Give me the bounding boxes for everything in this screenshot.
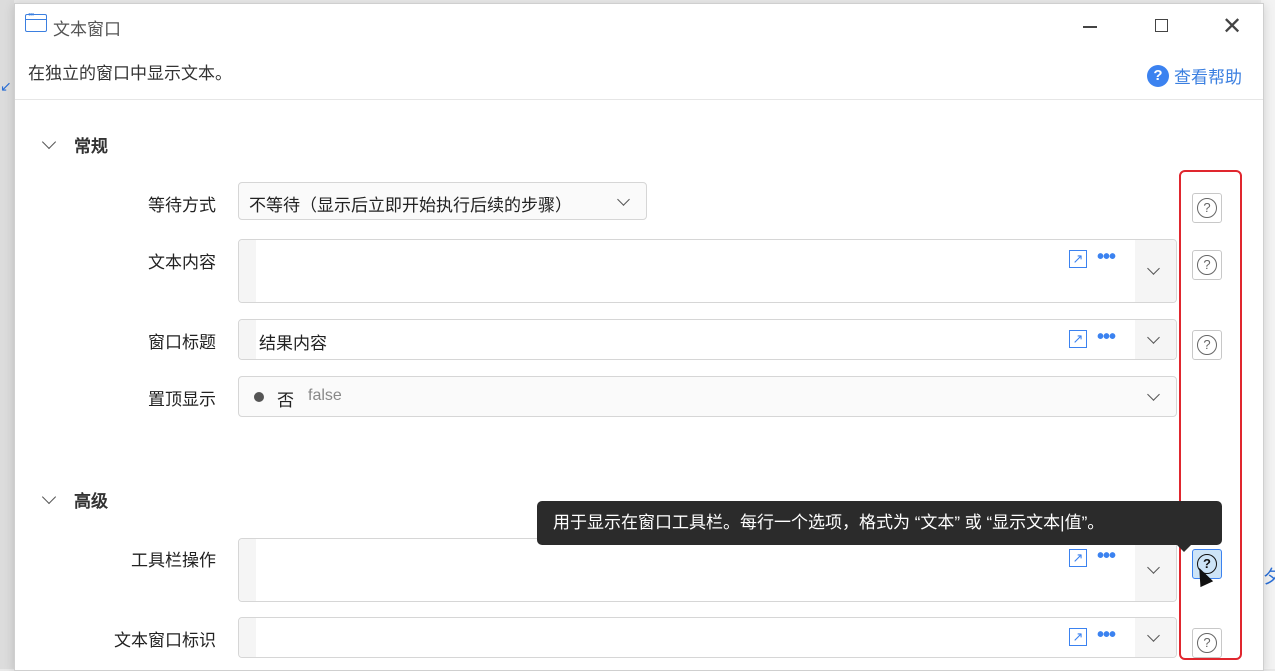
window-description: 在独立的窗口中显示文本。	[28, 64, 232, 83]
radio-dot-icon	[254, 392, 264, 402]
chevron-down-icon	[1147, 388, 1160, 401]
help-link-label: 查看帮助	[1174, 68, 1242, 87]
text-content-label: 文本内容	[148, 253, 216, 272]
pin-top-value: 否	[277, 391, 294, 410]
window-title-value: 结果内容	[259, 334, 327, 353]
pin-top-raw-value: false	[308, 387, 342, 404]
window-id-label: 文本窗口标识	[114, 631, 216, 650]
expand-arrow-icon[interactable]: ↗	[1069, 330, 1087, 348]
resize-arrow-icon: ↙	[0, 78, 12, 94]
toolbar-actions-label: 工具栏操作	[131, 551, 216, 570]
more-dots-icon[interactable]: •••	[1097, 625, 1116, 645]
section-general-header[interactable]: 常规	[40, 132, 108, 157]
wait-mode-label: 等待方式	[148, 196, 216, 215]
pin-top-select[interactable]: 否 false	[238, 376, 1177, 417]
section-advanced-header[interactable]: 高级	[40, 487, 108, 512]
help-tooltip: 用于显示在窗口工具栏。每行一个选项，格式为 “文本” 或 “显示文本|值”。	[537, 501, 1222, 552]
header-divider	[15, 99, 1263, 100]
help-buttons-highlight	[1179, 170, 1242, 660]
wait-mode-select[interactable]: 不等待（显示后立即开始执行后续的步骤）	[238, 182, 647, 220]
section-advanced-title: 高级	[74, 492, 108, 511]
toolbar-actions-field[interactable]: ↗ •••	[238, 538, 1177, 602]
close-icon: ✕	[1221, 13, 1243, 40]
section-general-title: 常规	[74, 137, 108, 156]
more-dots-icon[interactable]: •••	[1097, 327, 1116, 347]
more-dots-icon[interactable]: •••	[1097, 546, 1116, 566]
title-bar[interactable]: 文本窗口 ✕	[15, 4, 1263, 50]
pin-top-label: 置顶显示	[148, 390, 216, 409]
help-circle-icon: ?	[1147, 64, 1169, 87]
window-title: 文本窗口	[53, 20, 121, 39]
field-gutter	[239, 539, 256, 601]
text-window-dialog: 文本窗口 ✕ 在独立的窗口中显示文本。 ? 查看帮助 常规 等待方式 不等待（显…	[14, 3, 1264, 671]
field-gutter	[239, 240, 256, 302]
window-id-field[interactable]: ↗ •••	[238, 617, 1177, 658]
close-button[interactable]: ✕	[1217, 12, 1247, 42]
minimize-icon	[1083, 26, 1097, 28]
expand-arrow-icon[interactable]: ↗	[1069, 549, 1087, 567]
window-title-field[interactable]: 结果内容 ↗ •••	[238, 319, 1177, 360]
window-title-label: 窗口标题	[148, 333, 216, 352]
more-dots-icon[interactable]: •••	[1097, 247, 1116, 267]
chevron-down-icon	[41, 489, 57, 505]
window-app-icon	[25, 10, 47, 32]
wait-mode-value: 不等待（显示后立即开始执行后续的步骤）	[249, 196, 572, 215]
background-window-left: ↙	[0, 0, 14, 669]
background-text-fragment: 夕	[1263, 567, 1275, 587]
maximize-icon	[1154, 19, 1168, 32]
chevron-down-icon	[41, 134, 57, 150]
maximize-button[interactable]	[1146, 12, 1176, 42]
field-gutter	[239, 320, 256, 359]
minimize-button[interactable]	[1075, 12, 1105, 42]
expand-arrow-icon[interactable]: ↗	[1069, 250, 1087, 268]
chevron-down-icon	[617, 193, 630, 206]
expand-arrow-icon[interactable]: ↗	[1069, 628, 1087, 646]
help-link[interactable]: ? 查看帮助	[1147, 63, 1242, 88]
field-gutter	[239, 618, 256, 657]
text-content-field[interactable]: ↗ •••	[238, 239, 1177, 303]
